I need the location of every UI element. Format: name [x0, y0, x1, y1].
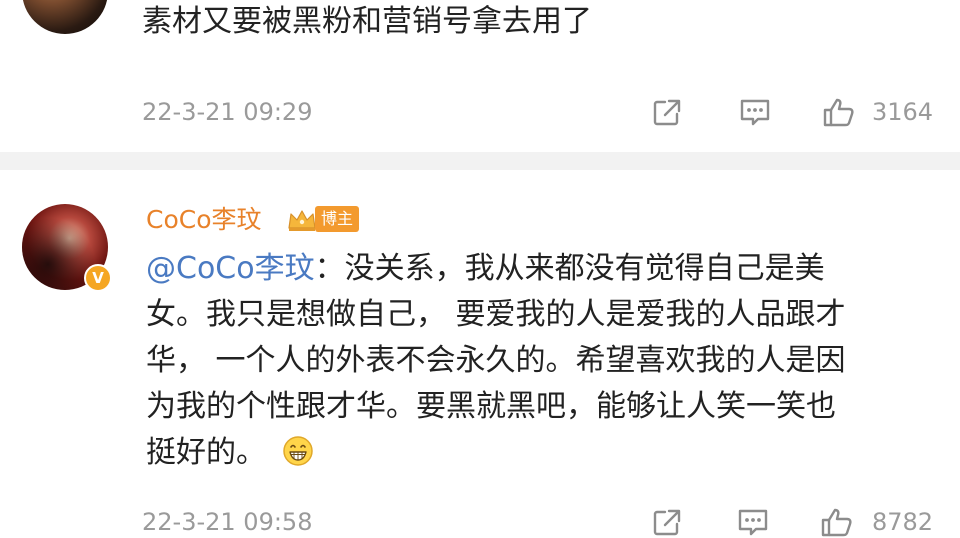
timestamp: 22-3-21 09:58 — [142, 508, 313, 536]
username[interactable]: CoCo李玟 — [146, 202, 262, 238]
like-count: 8782 — [872, 508, 934, 536]
like-count: 3164 — [872, 98, 934, 126]
comment-meta: 22-3-21 09:29 3164 — [142, 92, 942, 132]
comment-line: 为我的个性跟才华。要黑就黑吧，能够让人笑一笑也 — [146, 389, 836, 424]
comment-text: 素材又要被黑粉和营销号拿去用了 — [142, 4, 592, 39]
comment-line: @CoCo李玟：没关系，我从来都没有觉得自己是美 — [146, 251, 825, 286]
comment-line: 挺好的。 — [146, 430, 946, 476]
avatar[interactable] — [22, 0, 108, 34]
comment-icon[interactable] — [738, 96, 772, 128]
crown-icon — [288, 210, 316, 231]
comment-line: 女。我只是想做自己， 要爱我的人是爱我的人品跟才 — [146, 297, 846, 332]
share-icon[interactable] — [650, 96, 684, 128]
like-icon[interactable] — [820, 506, 854, 538]
avatar[interactable]: V — [22, 204, 112, 292]
share-icon[interactable] — [650, 506, 684, 538]
comment-text: @CoCo李玟：没关系，我从来都没有觉得自己是美 女。我只是想做自己， 要爱我的… — [146, 246, 946, 476]
timestamp: 22-3-21 09:29 — [142, 98, 313, 126]
comment-line: 华， 一个人的外表不会永久的。希望喜欢我的人是因 — [146, 343, 846, 378]
grin-emoji-icon — [283, 435, 313, 466]
blogger-badge: 博主 — [315, 206, 360, 232]
comment-meta: 22-3-21 09:58 8782 — [142, 502, 942, 538]
divider — [0, 152, 960, 170]
comment-icon[interactable] — [736, 506, 770, 538]
verified-badge-icon: V — [84, 264, 112, 292]
mention-link[interactable]: @CoCo李玟 — [146, 251, 315, 286]
comment-feed: 素材又要被黑粉和营销号拿去用了 22-3-21 09:29 3164 V CoC… — [0, 0, 960, 538]
like-icon[interactable] — [822, 96, 856, 128]
